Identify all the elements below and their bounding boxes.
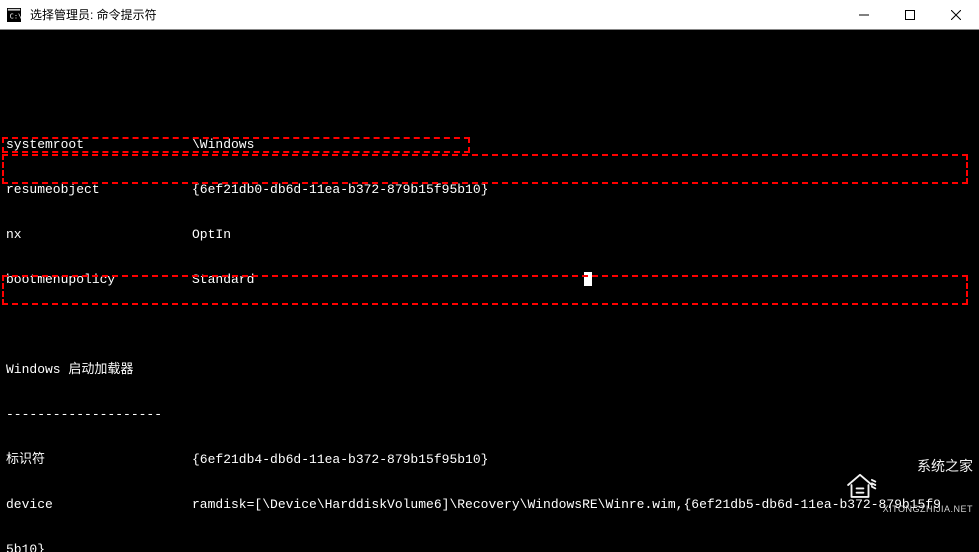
- cmd-icon: C:\: [6, 7, 22, 23]
- close-button[interactable]: [933, 0, 979, 29]
- key: 标识符: [6, 452, 192, 467]
- window-controls: [841, 0, 979, 29]
- output-row: resumeobject{6ef21db0-db6d-11ea-b372-879…: [6, 182, 973, 197]
- output-row: nxOptIn: [6, 227, 973, 242]
- value: OptIn: [192, 227, 231, 242]
- separator: --------------------: [6, 407, 973, 422]
- key: bootmenupolicy: [6, 272, 192, 287]
- value: Standard: [192, 272, 254, 287]
- key: device: [6, 497, 192, 512]
- key: systemroot: [6, 137, 192, 152]
- window-title: 选择管理员: 命令提示符: [28, 6, 841, 23]
- minimize-button[interactable]: [841, 0, 887, 29]
- maximize-button[interactable]: [887, 0, 933, 29]
- value: \Windows: [192, 137, 254, 152]
- titlebar: C:\ 选择管理员: 命令提示符: [0, 0, 979, 30]
- terminal-output[interactable]: systemroot\Windows resumeobject{6ef21db0…: [0, 30, 979, 552]
- watermark-text: 系统之家 XITONGZHIJIA.NET: [883, 428, 973, 546]
- svg-text:C:\: C:\: [10, 12, 21, 20]
- watermark: 系统之家 XITONGZHIJIA.NET: [796, 428, 973, 546]
- key: resumeobject: [6, 182, 192, 197]
- text-cursor: [584, 272, 592, 286]
- output-row: systemroot\Windows: [6, 137, 973, 152]
- section-header: Windows 启动加载器: [6, 362, 973, 377]
- value: {6ef21db4-db6d-11ea-b372-879b15f95b10}: [192, 452, 488, 467]
- output-row: bootmenupolicyStandard: [6, 272, 973, 287]
- key: nx: [6, 227, 192, 242]
- watermark-title: 系统之家: [883, 459, 973, 474]
- house-icon: [796, 453, 877, 521]
- highlight-device: [2, 154, 968, 184]
- watermark-sub: XITONGZHIJIA.NET: [883, 505, 973, 515]
- value: {6ef21db0-db6d-11ea-b372-879b15f95b10}: [192, 182, 488, 197]
